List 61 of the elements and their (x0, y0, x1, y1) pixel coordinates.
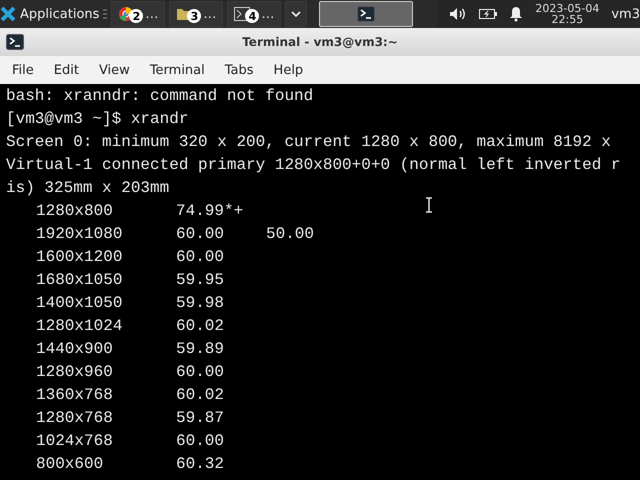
menu-item[interactable]: View (98, 62, 130, 78)
clock[interactable]: 2023-05-04 22:55 (535, 3, 600, 25)
mode-resolution: 1680x1050 (36, 270, 124, 291)
refresh-rate: 59.98 (176, 293, 226, 314)
mode-resolution: 1360x768 (36, 385, 114, 406)
mode-resolution: 1280x768 (36, 408, 114, 429)
menu-item[interactable]: Terminal (150, 62, 205, 78)
battery-icon[interactable] (479, 8, 498, 20)
mode-resolution: 1280x800 (36, 201, 114, 222)
task-label: … (261, 6, 274, 22)
menu-item[interactable]: File (12, 62, 34, 78)
chevron-icon (290, 10, 302, 18)
terminal-line: bash: xranndr: command not found (6, 86, 314, 107)
refresh-rate: 60.02 (176, 316, 226, 337)
task-label: … (203, 6, 216, 22)
app-menu-icon[interactable] (0, 6, 16, 22)
text-cursor-icon (425, 197, 433, 213)
mode-resolution: 1024x768 (36, 431, 114, 452)
terminal-task-button[interactable] (319, 1, 414, 27)
mode-resolution: 800x600 (36, 454, 104, 475)
handle-icon[interactable] (103, 8, 108, 20)
refresh-rate: 74.99*+ (176, 201, 244, 222)
bell-icon[interactable] (509, 6, 524, 22)
terminal-icon (6, 34, 24, 50)
refresh-rate: 60.00 (176, 224, 226, 245)
terminal-line: Virtual-1 connected primary 1280x800+0+0 (normal left inverted r (6, 155, 622, 176)
window-list-button[interactable] (285, 1, 308, 27)
task-button[interactable]: 2 … (111, 1, 166, 27)
task-label: … (145, 6, 158, 22)
refresh-rate: 60.32 (176, 454, 226, 475)
terminal-line: Screen 0: minimum 320 x 200, current 1280 x 800, maximum 8192 x (6, 132, 612, 153)
task-button[interactable]: 3 … (169, 1, 224, 27)
mode-resolution: 1280x960 (36, 362, 114, 383)
refresh-rate: 59.95 (176, 270, 226, 291)
menu-item[interactable]: Tabs (224, 62, 254, 78)
count-badge: 4 (245, 9, 260, 23)
mode-resolution: 1440x900 (36, 339, 114, 360)
window-title: Terminal - vm3@vm3:~ (242, 35, 398, 49)
refresh-rate: 60.00 (176, 362, 226, 383)
refresh-rate: 60.00 (176, 247, 226, 268)
mode-resolution: 1600x1200 (36, 247, 124, 268)
count-badge: 3 (187, 9, 202, 23)
refresh-rate: 59.89 (176, 339, 226, 360)
refresh-rate: 50.00 (266, 224, 316, 245)
terminal-line: [vm3@vm3 ~]$ xrandr (6, 109, 190, 130)
refresh-rate: 60.00 (176, 431, 226, 452)
mode-resolution: 1400x1050 (36, 293, 124, 314)
refresh-rate: 60.02 (176, 385, 226, 406)
mode-resolution: 1280x1024 (36, 316, 124, 337)
count-badge: 2 (129, 9, 144, 23)
menu-item[interactable]: Edit (54, 62, 79, 78)
refresh-rate: 59.87 (176, 408, 226, 429)
mode-resolution: 1920x1080 (36, 224, 124, 245)
applications-menu[interactable]: Applications (20, 6, 100, 22)
window-icon (234, 7, 250, 21)
volume-icon[interactable] (449, 7, 468, 21)
menu-item[interactable]: Help (274, 62, 304, 78)
terminal-icon (357, 6, 376, 22)
user-name[interactable]: vm3 (611, 6, 640, 22)
task-button[interactable]: 4 … (227, 1, 282, 27)
terminal-line: is) 325mm x 203mm (6, 178, 170, 199)
